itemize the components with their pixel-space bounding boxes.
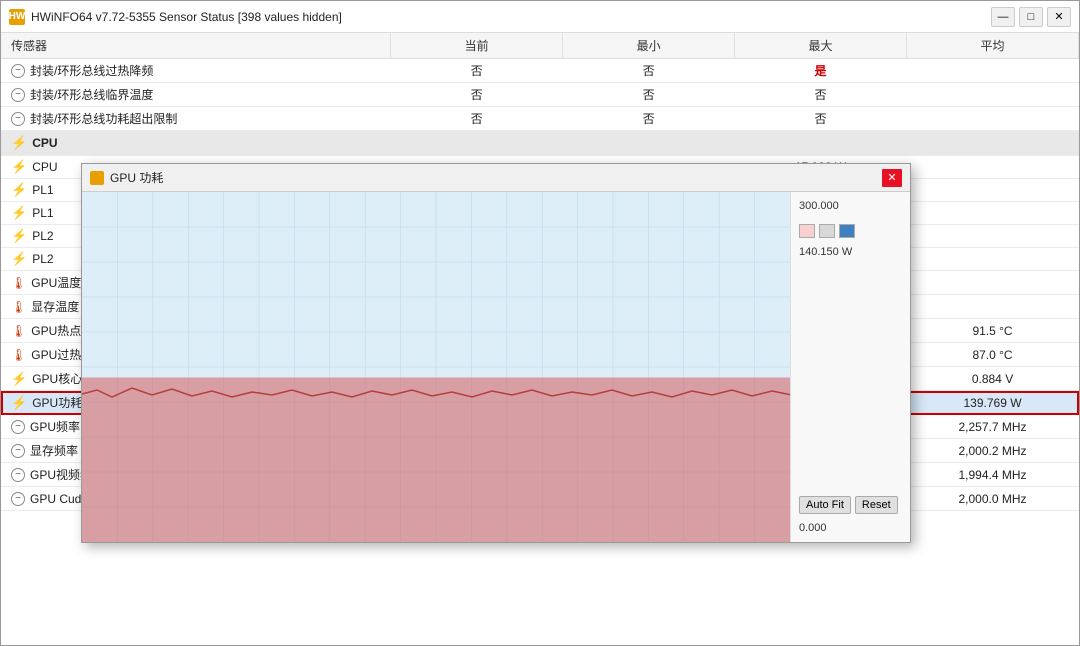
window-title: HWiNFO64 v7.72-5355 Sensor Status [398 v…	[31, 10, 985, 24]
avg-value: 87.0 °C	[907, 343, 1079, 367]
table-row[interactable]: ⚡ CPU	[1, 131, 1079, 156]
avg-value	[907, 59, 1079, 83]
table-row[interactable]: −封装/环形总线功耗超出限制否否否	[1, 107, 1079, 131]
sensor-table-area: 传感器 当前 最小 最大 平均 −封装/环形总线过热降频否否是−封装/环形总线临…	[1, 33, 1079, 645]
reset-button[interactable]: Reset	[855, 496, 898, 514]
col-sensor: 传感器	[1, 33, 391, 59]
chart-area	[82, 192, 790, 542]
min-value: 否	[563, 59, 735, 83]
color-box-2[interactable]	[819, 224, 835, 238]
window-controls: — □ ✕	[991, 7, 1071, 27]
current-value: 否	[391, 59, 563, 83]
avg-value	[907, 248, 1079, 271]
table-row[interactable]: −封装/环形总线临界温度否否否	[1, 83, 1079, 107]
maximize-button[interactable]: □	[1019, 7, 1043, 27]
modal-icon	[90, 171, 104, 185]
col-min: 最小	[563, 33, 735, 59]
sensor-name: 显存温度	[31, 298, 79, 315]
avg-value: 91.5 °C	[907, 319, 1079, 343]
close-button[interactable]: ✕	[1047, 7, 1071, 27]
avg-value: 2,000.0 MHz	[907, 487, 1079, 511]
avg-value: 2,257.7 MHz	[907, 415, 1079, 439]
bolt-icon: ⚡	[11, 159, 27, 175]
thermometer-icon: 🌡	[11, 300, 26, 314]
minimize-button[interactable]: —	[991, 7, 1015, 27]
color-boxes	[799, 224, 902, 238]
sensor-name: PL1	[32, 206, 53, 220]
bolt-icon: ⚡	[11, 182, 27, 198]
current-value: 否	[391, 107, 563, 131]
sensor-name: PL2	[32, 252, 53, 266]
sensor-name: PL2	[32, 229, 53, 243]
sensor-label: −封装/环形总线临界温度	[1, 83, 391, 107]
thermometer-icon: 🌡	[11, 348, 26, 362]
chart-svg	[82, 192, 790, 542]
avg-value: 2,000.2 MHz	[907, 439, 1079, 463]
max-value: 否	[735, 83, 907, 107]
min-value: 否	[563, 83, 735, 107]
sensor-name: GPU功耗	[32, 394, 82, 411]
chart-y-mid: 140.150 W	[799, 246, 902, 258]
bolt-icon: ⚡	[11, 395, 27, 411]
chart-sidebar: 300.000 140.150 W Auto Fit Reset 0.000	[790, 192, 910, 542]
bolt-icon: ⚡	[11, 371, 27, 387]
avg-value	[907, 271, 1079, 295]
bolt-icon: ⚡	[11, 228, 27, 244]
chart-control-buttons: Auto Fit Reset	[799, 496, 902, 514]
sensor-label: −封装/环形总线功耗超出限制	[1, 107, 391, 131]
app-icon: HW	[9, 9, 25, 25]
gpu-power-chart-modal: GPU 功耗 ✕	[81, 163, 911, 543]
main-window: HW HWiNFO64 v7.72-5355 Sensor Status [39…	[0, 0, 1080, 646]
table-row[interactable]: −封装/环形总线过热降频否否是	[1, 59, 1079, 83]
avg-value	[907, 83, 1079, 107]
color-box-3[interactable]	[839, 224, 855, 238]
sensor-name: 封装/环形总线功耗超出限制	[30, 110, 177, 127]
color-box-1[interactable]	[799, 224, 815, 238]
avg-value: 139.769 W	[907, 391, 1079, 415]
sensor-name: PL1	[32, 183, 53, 197]
modal-title-bar: GPU 功耗 ✕	[82, 164, 910, 192]
bolt-icon: ⚡	[11, 135, 27, 151]
sensor-name: GPU频率	[30, 418, 80, 435]
avg-value	[907, 295, 1079, 319]
avg-value	[907, 225, 1079, 248]
avg-value	[907, 156, 1079, 179]
modal-close-button[interactable]: ✕	[882, 169, 902, 187]
chart-y-max: 300.000	[799, 200, 902, 212]
bolt-icon: ⚡	[11, 251, 27, 267]
avg-value	[907, 202, 1079, 225]
modal-body: 300.000 140.150 W Auto Fit Reset 0.000	[82, 192, 910, 542]
max-value: 否	[735, 107, 907, 131]
min-value: 否	[563, 107, 735, 131]
col-max: 最大	[735, 33, 907, 59]
thermometer-icon: 🌡	[11, 324, 26, 338]
thermometer-icon: 🌡	[11, 276, 26, 290]
sensor-name: GPU温度	[31, 274, 81, 291]
avg-value	[907, 107, 1079, 131]
col-avg: 平均	[907, 33, 1079, 59]
section-label: CPU	[32, 136, 57, 150]
sensor-name: CPU	[32, 160, 57, 174]
title-bar: HW HWiNFO64 v7.72-5355 Sensor Status [39…	[1, 1, 1079, 33]
avg-value: 1,994.4 MHz	[907, 463, 1079, 487]
bolt-icon: ⚡	[11, 205, 27, 221]
avg-value: 0.884 V	[907, 367, 1079, 391]
current-value: 否	[391, 83, 563, 107]
auto-fit-button[interactable]: Auto Fit	[799, 496, 851, 514]
sensor-label: −封装/环形总线过热降频	[1, 59, 391, 83]
modal-title: GPU 功耗	[110, 169, 876, 186]
col-current: 当前	[391, 33, 563, 59]
sensor-name: 封装/环形总线临界温度	[30, 86, 153, 103]
max-value: 是	[735, 59, 907, 83]
sensor-name: 封装/环形总线过热降频	[30, 62, 153, 79]
avg-value	[907, 179, 1079, 202]
chart-y-min: 0.000	[799, 522, 902, 534]
sensor-name: 显存频率	[30, 442, 78, 459]
